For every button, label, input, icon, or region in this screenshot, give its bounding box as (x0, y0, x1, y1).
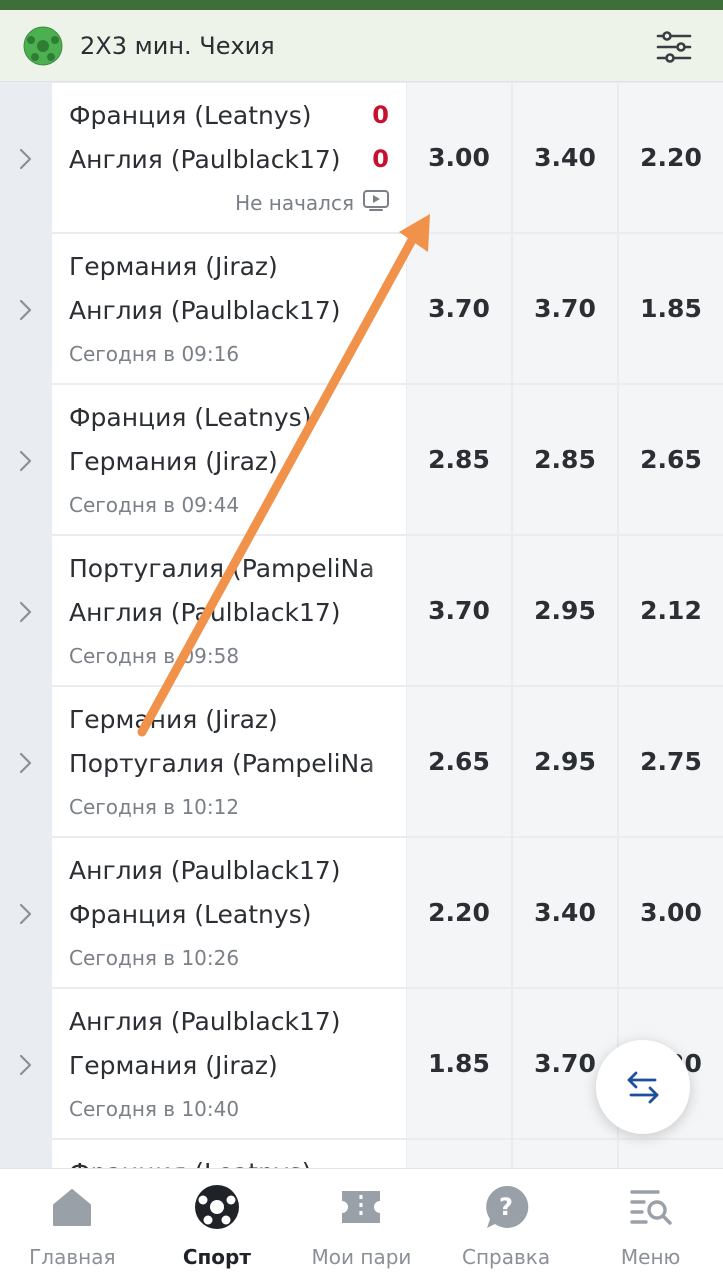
match-row[interactable]: Англия (Paulblack17) Франция (Leatnys) Сег… (0, 838, 723, 989)
chevron-right-icon[interactable] (0, 83, 52, 234)
odd-home-win[interactable]: 3.00 (407, 83, 511, 232)
chevron-right-icon[interactable] (0, 989, 52, 1140)
svg-text:?: ? (499, 1193, 513, 1221)
odd-home-win[interactable]: 3.70 (407, 536, 511, 685)
odd-away-win[interactable]: 2.75 (619, 687, 723, 836)
match-status: Не начался (235, 189, 390, 217)
team-away: Португалия (PampeliNa (69, 749, 375, 778)
chevron-right-icon[interactable] (0, 385, 52, 536)
odd-away-win[interactable]: 2.65 (619, 385, 723, 534)
match-row[interactable]: Франция (Leatnys) Англия (Paulblack17) 0 0 Н… (0, 83, 723, 234)
filter-icon[interactable] (655, 28, 693, 66)
nav-label-my-bets: Мои пари (311, 1245, 412, 1269)
match-info[interactable]: Франция (Leatnys) Германия (Jiraz) Сегодня… (52, 385, 406, 534)
text-fade (366, 687, 406, 836)
nav-label-home: Главная (29, 1245, 116, 1269)
nav-my-bets[interactable]: Мои пари (289, 1169, 434, 1280)
odd-away-win[interactable]: 1.85 (619, 234, 723, 383)
odd-away-win[interactable]: 2.12 (619, 536, 723, 685)
team-home: Германия (Jiraz) (69, 252, 278, 281)
match-row[interactable]: Франция (Leatnys) Германия (Jiraz) Сегодня… (0, 385, 723, 536)
match-row[interactable]: Германия (Jiraz) Португалия (PampeliNa Сег… (0, 687, 723, 838)
odd-home-win[interactable]: 1.85 (407, 989, 511, 1138)
ticket-icon (337, 1183, 385, 1231)
odd-draw[interactable]: 2.85 (513, 385, 617, 534)
league-title: 2X3 мин. Чехия (80, 31, 275, 60)
odd-away-win[interactable]: 3.00 (619, 838, 723, 987)
odd-draw[interactable]: 3.40 (513, 83, 617, 232)
chevron-right-icon[interactable] (0, 838, 52, 989)
match-row[interactable]: Португалия (PampeliNa Англия (Paulblack17… (0, 536, 723, 687)
odd-draw[interactable]: 2.95 (513, 687, 617, 836)
nav-help[interactable]: ? Справка (434, 1169, 579, 1280)
text-fade (366, 838, 406, 987)
team-home: Германия (Jiraz) (69, 705, 278, 734)
score-away: 0 (372, 145, 389, 173)
soccer-ball-icon (22, 25, 64, 67)
odd-draw[interactable]: 3.40 (513, 838, 617, 987)
team-away: Англия (Paulblack17) (69, 145, 341, 174)
text-fade (366, 536, 406, 685)
team-home: Франция (Leatnys) (69, 101, 312, 130)
home-icon (48, 1183, 96, 1231)
team-home: Франция (Leatnys) (69, 403, 312, 432)
bottom-navigation: Главная Спорт Мои пари ? Справка Меню (0, 1168, 723, 1280)
match-info[interactable]: Португалия (PampeliNa Англия (Paulblack17… (52, 536, 406, 685)
odd-home-win[interactable]: 2.20 (407, 838, 511, 987)
nav-label-help: Справка (462, 1245, 551, 1269)
nav-label-sport: Спорт (182, 1245, 251, 1269)
odd-home-win[interactable]: 3.70 (407, 234, 511, 383)
match-info[interactable]: Германия (Jiraz) Англия (Paulblack17) Сего… (52, 234, 406, 383)
team-home: Англия (Paulblack17) (69, 1007, 341, 1036)
match-row[interactable]: Германия (Jiraz) Англия (Paulblack17) Сего… (0, 234, 723, 385)
match-time: Сегодня в 09:44 (69, 493, 240, 517)
nav-sport[interactable]: Спорт (145, 1169, 290, 1280)
odd-away-win[interactable]: 2.20 (619, 83, 723, 232)
score-home: 0 (372, 101, 389, 129)
status-text: Не начался (235, 191, 354, 215)
nav-menu[interactable]: Меню (578, 1169, 723, 1280)
top-accent-bar (0, 0, 723, 10)
team-away: Англия (Paulblack17) (69, 598, 341, 627)
team-away: Германия (Jiraz) (69, 447, 278, 476)
odd-draw[interactable]: 3.70 (513, 234, 617, 383)
match-time: Сегодня в 10:26 (69, 946, 240, 970)
text-fade (366, 385, 406, 534)
match-info[interactable]: Англия (Paulblack17) Германия (Jiraz) Сего… (52, 989, 406, 1138)
odd-home-win[interactable]: 2.85 (407, 385, 511, 534)
match-time: Сегодня в 10:40 (69, 1097, 240, 1121)
text-fade (366, 234, 406, 383)
video-icon[interactable] (362, 189, 390, 217)
match-info[interactable]: Франция (Leatnys) Англия (Paulblack17) 0 0 Н… (52, 83, 406, 232)
team-away: Германия (Jiraz) (69, 1051, 278, 1080)
chevron-right-icon[interactable] (0, 536, 52, 687)
team-away: Франция (Leatnys) (69, 900, 312, 929)
team-home: Португалия (PampeliNa (69, 554, 375, 583)
odd-draw[interactable]: 2.95 (513, 536, 617, 685)
match-time: Сегодня в 09:16 (69, 342, 240, 366)
chevron-right-icon[interactable] (0, 234, 52, 385)
swap-button[interactable] (596, 1040, 690, 1134)
league-header: 2X3 мин. Чехия (0, 10, 723, 82)
match-info[interactable]: Германия (Jiraz) Португалия (PampeliNa Сег… (52, 687, 406, 836)
nav-label-menu: Меню (620, 1245, 681, 1269)
team-away: Англия (Paulblack17) (69, 296, 341, 325)
soccer-ball-icon (193, 1183, 241, 1231)
text-fade (366, 989, 406, 1138)
nav-home[interactable]: Главная (0, 1169, 145, 1280)
odd-home-win[interactable]: 2.65 (407, 687, 511, 836)
menu-search-icon (627, 1183, 675, 1231)
chevron-right-icon[interactable] (0, 687, 52, 838)
team-home: Англия (Paulblack17) (69, 856, 341, 885)
match-time: Сегодня в 09:58 (69, 644, 240, 668)
match-time: Сегодня в 10:12 (69, 795, 240, 819)
help-icon: ? (482, 1183, 530, 1231)
swap-arrows-icon (627, 1071, 659, 1104)
match-info[interactable]: Англия (Paulblack17) Франция (Leatnys) Сег… (52, 838, 406, 987)
